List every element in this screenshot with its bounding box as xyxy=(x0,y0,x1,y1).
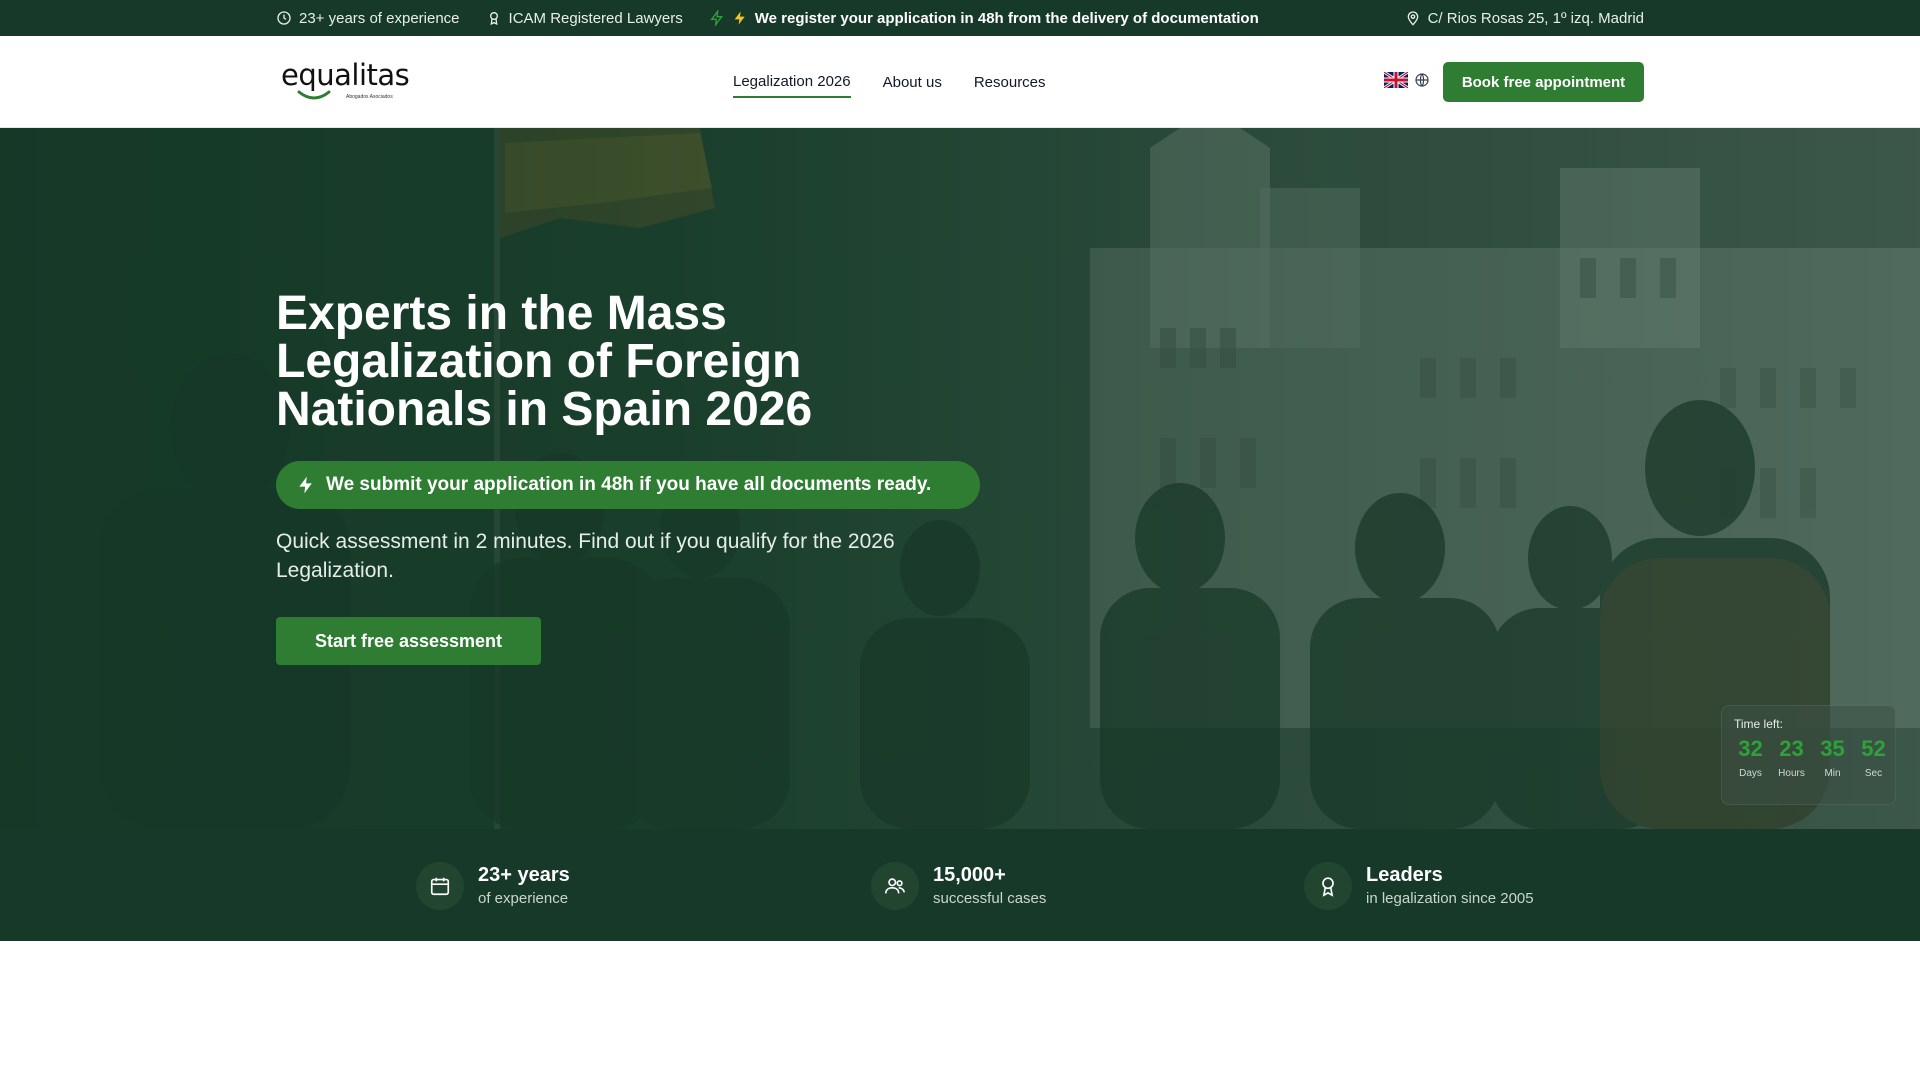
nav-link-legalization-2026[interactable]: Legalization 2026 xyxy=(733,67,851,98)
topbar-address: C/ Rios Rosas 25, 1º izq. Madrid xyxy=(1405,10,1644,27)
language-selector[interactable] xyxy=(1384,72,1430,88)
hero-48h-badge-text: We submit your application in 48h if you… xyxy=(326,474,932,495)
stat-experience-sub: of experience xyxy=(478,890,569,907)
countdown-hours: 23 Hours xyxy=(1771,736,1812,779)
bolt-icon xyxy=(299,476,312,494)
globe-icon xyxy=(1415,73,1429,87)
topbar-registered-text: ICAM Registered Lawyers xyxy=(508,9,683,27)
countdown-label: Time left: xyxy=(1734,717,1783,731)
stat-cases: 15,000+ successful cases xyxy=(871,862,1046,910)
clock-icon xyxy=(277,11,291,25)
logo-wordmark: equalitas xyxy=(281,58,410,92)
stat-leaders: Leaders in legalization since 2005 xyxy=(1304,862,1534,910)
topbar-experience-text: 23+ years of experience xyxy=(299,9,460,27)
countdown-minutes-value: 35 xyxy=(1820,736,1845,761)
topbar-promise-text: We register your application in 48h from… xyxy=(754,9,1259,27)
stat-experience: 23+ years of experience xyxy=(416,862,570,910)
page-content-below xyxy=(0,941,1920,1080)
bolt-outline-icon xyxy=(710,10,723,26)
countdown-days-value: 32 xyxy=(1738,736,1763,761)
topbar-registered: ICAM Registered Lawyers xyxy=(486,10,683,27)
nav-link-about-us[interactable]: About us xyxy=(883,68,942,97)
countdown-days-caption: Days xyxy=(1739,768,1762,779)
equalitas-logo[interactable]: equalitas Abogados Asociados xyxy=(281,58,410,108)
book-appointment-button[interactable]: Book free appointment xyxy=(1443,62,1644,102)
uk-flag-icon xyxy=(1384,72,1408,88)
countdown-seconds-caption: Sec xyxy=(1864,768,1883,779)
countdown-days: 32 Days xyxy=(1730,736,1771,779)
stat-leaders-sub: in legalization since 2005 xyxy=(1366,890,1534,907)
logo-smile-icon xyxy=(297,90,331,100)
users-icon xyxy=(871,862,919,910)
stats-bar: 23+ years of experience 15,000+ successf… xyxy=(0,829,1920,941)
stat-cases-title: 15,000+ xyxy=(933,864,1006,886)
stat-leaders-title: Leaders xyxy=(1366,864,1443,886)
hero-title: Experts in the Mass Legalization of Fore… xyxy=(276,287,813,436)
countdown-timer: Time left: 32 Days 23 Hours 35 Min 52 Se… xyxy=(1721,705,1896,805)
logo-subtitle: Abogados Asociados xyxy=(346,94,393,100)
countdown-minutes: 35 Min xyxy=(1812,736,1853,779)
countdown-hours-value: 23 xyxy=(1779,736,1804,761)
countdown-minutes-caption: Min xyxy=(1824,768,1841,779)
topbar-promise: We register your application in 48h from… xyxy=(709,10,1259,27)
topbar-address-text: C/ Rios Rosas 25, 1º izq. Madrid xyxy=(1427,9,1644,27)
nav-link-resources[interactable]: Resources xyxy=(974,68,1046,97)
countdown-hours-caption: Hours xyxy=(1778,768,1805,779)
hero-section: Experts in the Mass Legalization of Fore… xyxy=(0,128,1920,829)
countdown-seconds-value: 52 xyxy=(1861,736,1886,761)
stat-cases-sub: successful cases xyxy=(933,890,1047,907)
stat-experience-title: 23+ years xyxy=(478,864,570,886)
hero-subtitle: Quick assessment in 2 minutes. Find out … xyxy=(276,530,895,582)
award-icon xyxy=(489,12,498,26)
start-assessment-button[interactable]: Start free assessment xyxy=(276,617,541,665)
nav-links: Legalization 2026 About us Resources xyxy=(733,36,1046,128)
countdown-seconds: 52 Sec xyxy=(1853,736,1894,779)
hero-48h-badge: We submit your application in 48h if you… xyxy=(276,461,980,509)
top-info-bar: 23+ years of experience ICAM Registered … xyxy=(0,0,1920,36)
bolt-icon xyxy=(734,11,745,25)
topbar-experience: 23+ years of experience xyxy=(276,10,460,27)
calendar-icon xyxy=(416,862,464,910)
map-pin-icon xyxy=(1407,11,1418,26)
award-icon xyxy=(1304,862,1352,910)
main-navigation: equalitas Abogados Asociados Legalizatio… xyxy=(0,36,1920,128)
